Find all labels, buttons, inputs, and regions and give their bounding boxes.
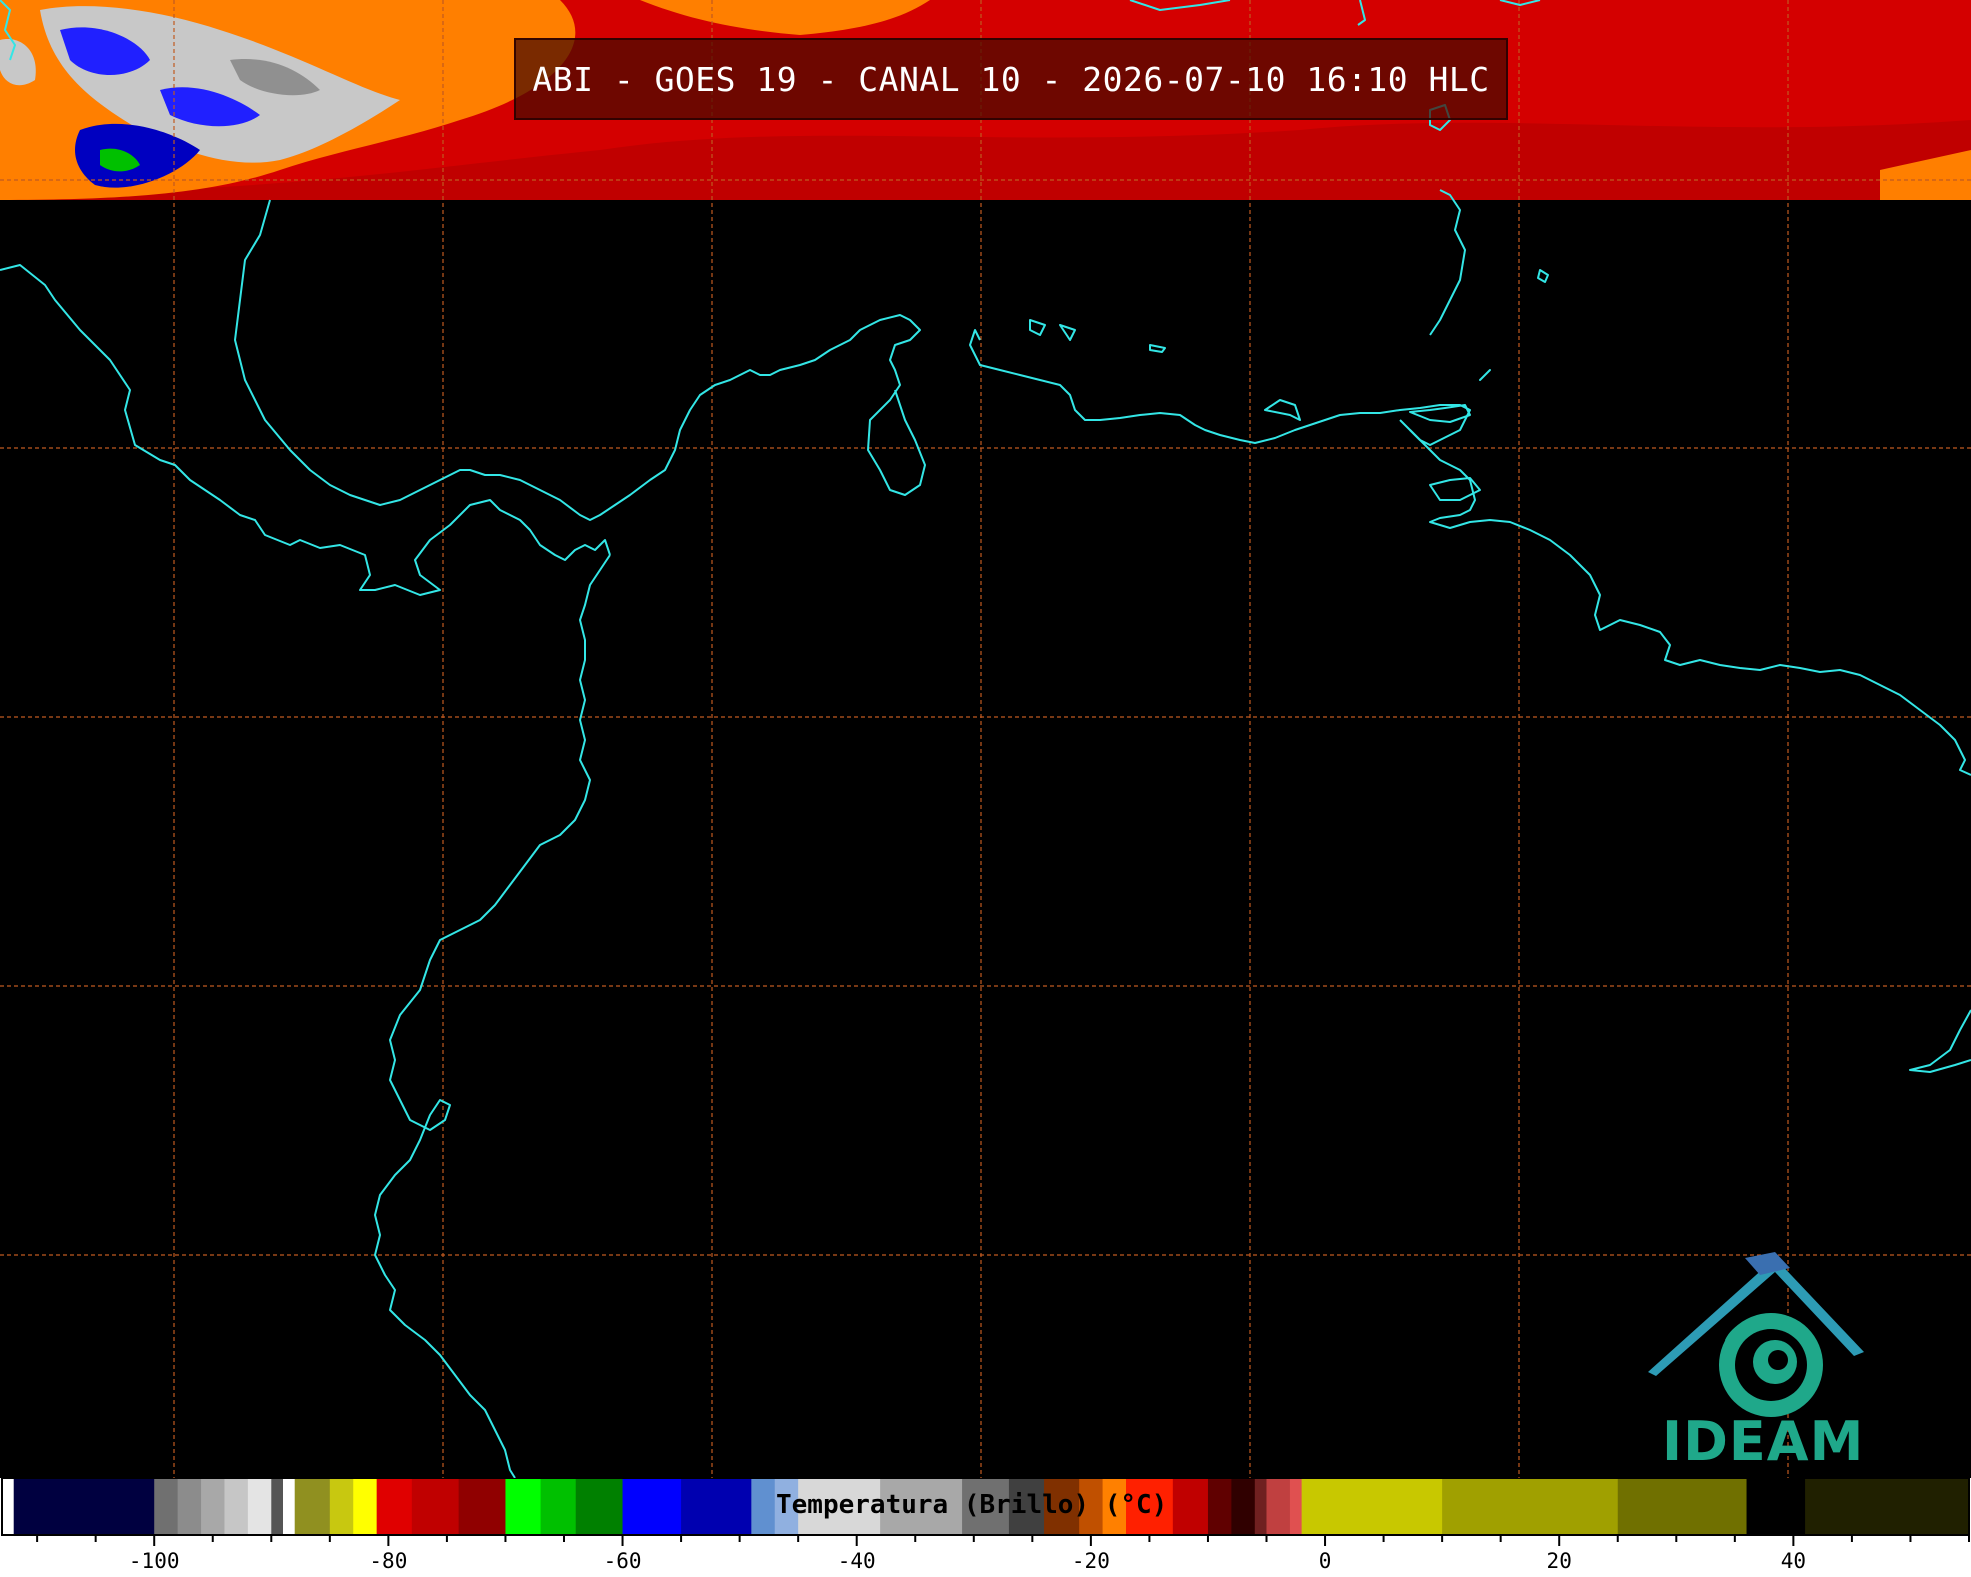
colorbar-segment <box>1266 1478 1291 1535</box>
colorbar-segment <box>1805 1478 1970 1535</box>
colorbar-segment <box>1207 1478 1232 1535</box>
colorbar-segment <box>1442 1478 1619 1535</box>
colorbar-segment <box>1301 1478 1443 1535</box>
colorbar-segment <box>177 1478 202 1535</box>
colorbar-tick-label: 20 <box>1547 1549 1572 1573</box>
colorbar-segment <box>1254 1478 1267 1535</box>
colorbar-tick-label: -100 <box>129 1549 180 1573</box>
colorbar-segment <box>2 1478 15 1535</box>
colorbar-label: Temperatura (Brillo) (°C) <box>776 1490 1168 1520</box>
satellite-map <box>0 0 1971 1577</box>
colorbar-segment <box>201 1478 225 1535</box>
colorbar-segment <box>154 1478 179 1535</box>
colorbar-tick-label: -40 <box>838 1549 876 1573</box>
colorbar-segment <box>575 1478 624 1535</box>
colorbar-segment <box>681 1478 752 1535</box>
colorbar-segment <box>411 1478 460 1535</box>
colorbar-tick-label: -20 <box>1072 1549 1110 1573</box>
colorbar-segment <box>622 1478 682 1535</box>
colorbar-segment <box>294 1478 331 1535</box>
colorbar-segment <box>1172 1478 1209 1535</box>
ideam-logo-text: IDEAM <box>1662 1410 1865 1473</box>
colorbar-segment <box>1746 1478 1806 1535</box>
colorbar-segment <box>13 1478 155 1535</box>
colorbar-segment <box>458 1478 506 1535</box>
colorbar-tick-label: -80 <box>369 1549 407 1573</box>
colorbar-tick-label: 0 <box>1319 1549 1332 1573</box>
colorbar-segment <box>329 1478 354 1535</box>
colorbar-segment <box>505 1478 542 1535</box>
colorbar-segment <box>1617 1478 1748 1535</box>
colorbar-segment <box>540 1478 577 1535</box>
colorbar-segment <box>751 1478 776 1535</box>
colorbar-segment <box>283 1478 296 1535</box>
colorbar-tick-label: 40 <box>1781 1549 1806 1573</box>
colorbar-segment <box>376 1478 413 1535</box>
title-panel: ABI - GOES 19 - CANAL 10 - 2026-07-10 16… <box>514 38 1508 120</box>
colorbar-segment <box>353 1478 378 1535</box>
colorbar-segment <box>271 1478 284 1535</box>
colorbar-segment <box>224 1478 249 1535</box>
colorbar-segment <box>1231 1478 1256 1535</box>
image-title: ABI - GOES 19 - CANAL 10 - 2026-07-10 16… <box>532 59 1490 99</box>
colorbar-segment <box>247 1478 272 1535</box>
colorbar-tick-label: -60 <box>604 1549 642 1573</box>
colorbar-segment <box>1289 1478 1303 1535</box>
